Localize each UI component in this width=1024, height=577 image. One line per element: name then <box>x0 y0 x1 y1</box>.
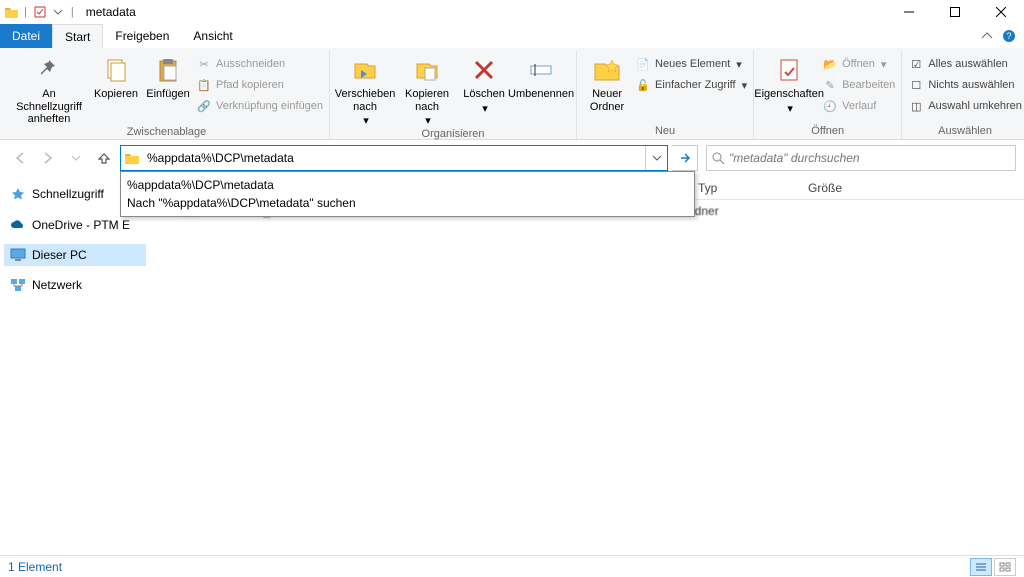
history-button[interactable]: 🕘Verlauf <box>822 96 895 116</box>
recent-dropdown[interactable] <box>64 146 88 170</box>
status-count: 1 Element <box>8 560 62 574</box>
group-label: Zwischenablage <box>127 126 207 138</box>
main-area: Schnellzugriff OneDrive - PTM E Dieser P… <box>0 176 1024 555</box>
minimize-button[interactable] <box>886 0 932 24</box>
navigation-bar: %appdata%\DCP\metadata Nach "%appdata%\D… <box>0 140 1024 176</box>
qat-dropdown-icon[interactable] <box>51 5 65 19</box>
go-button[interactable] <box>672 145 698 171</box>
copy-path-button[interactable]: 📋Pfad kopieren <box>196 75 323 95</box>
qat-properties-icon[interactable] <box>33 5 47 19</box>
cloud-icon <box>10 219 26 231</box>
folder-icon <box>121 151 143 165</box>
suggestion-item[interactable]: Nach "%appdata%\DCP\metadata" suchen <box>127 194 688 212</box>
delete-button[interactable]: Löschen▾ <box>460 52 508 115</box>
edit-button[interactable]: ✎Bearbeiten <box>822 75 895 95</box>
paste-button[interactable]: Einfügen <box>144 52 192 101</box>
open-icon: 📂 <box>822 56 838 72</box>
col-size[interactable]: Größe <box>800 181 890 195</box>
tab-view[interactable]: Ansicht <box>181 24 244 48</box>
select-none-icon: ☐ <box>908 77 924 93</box>
help-icon[interactable]: ? <box>1002 29 1016 43</box>
invert-icon: ◫ <box>908 98 924 114</box>
paste-label: Einfügen <box>146 88 189 101</box>
link-icon: 🔗 <box>196 98 212 114</box>
col-type[interactable]: Typ <box>690 181 800 195</box>
maximize-button[interactable] <box>932 0 978 24</box>
star-icon <box>10 186 26 202</box>
new-item-icon: 📄 <box>635 56 651 72</box>
tab-start[interactable]: Start <box>52 24 103 48</box>
ribbon-tabs: Datei Start Freigeben Ansicht ? <box>0 24 1024 48</box>
view-details-button[interactable] <box>970 558 992 576</box>
edit-icon: ✎ <box>822 77 838 93</box>
copy-button[interactable]: Kopieren <box>92 52 140 101</box>
search-input[interactable] <box>729 151 1011 165</box>
scissors-icon: ✂ <box>196 56 212 72</box>
paste-link-button[interactable]: 🔗Verknüpfung einfügen <box>196 96 323 116</box>
address-input[interactable] <box>143 147 645 169</box>
invert-selection-button[interactable]: ◫Auswahl umkehren <box>908 96 1022 116</box>
window-title: metadata <box>86 5 136 19</box>
chevron-down-icon: ▾ <box>363 115 369 128</box>
select-all-button[interactable]: ☑Alles auswählen <box>908 54 1022 74</box>
easy-access-button[interactable]: 🔓Einfacher Zugriff▾ <box>635 75 747 95</box>
sidebar-network[interactable]: Netzwerk <box>4 274 146 296</box>
sidebar-onedrive[interactable]: OneDrive - PTM E <box>4 214 146 236</box>
search-icon <box>711 151 725 165</box>
forward-button[interactable] <box>36 146 60 170</box>
properties-button[interactable]: Eigenschaften▾ <box>760 52 818 115</box>
new-item-button[interactable]: 📄Neues Element▾ <box>635 54 747 74</box>
title-bar: | | metadata <box>0 0 1024 24</box>
open-button[interactable]: 📂Öffnen▾ <box>822 54 895 74</box>
navigation-pane: Schnellzugriff OneDrive - PTM E Dieser P… <box>0 176 150 555</box>
group-open: Eigenschaften▾ 📂Öffnen▾ ✎Bearbeiten 🕘Ver… <box>754 50 902 139</box>
ribbon-collapse-icon[interactable] <box>982 31 992 41</box>
search-box[interactable] <box>706 145 1016 171</box>
chevron-down-icon: ▾ <box>425 115 431 128</box>
tab-file[interactable]: Datei <box>0 24 52 48</box>
network-icon <box>10 278 26 292</box>
svg-text:?: ? <box>1006 31 1011 41</box>
close-button[interactable] <box>978 0 1024 24</box>
tab-share[interactable]: Freigeben <box>103 24 181 48</box>
pc-icon <box>10 248 26 262</box>
easy-access-icon: 🔓 <box>635 77 651 93</box>
copy-label: Kopieren <box>94 88 138 101</box>
group-clipboard: An Schnellzugriff anheften Kopieren Einf… <box>4 50 330 139</box>
cut-button[interactable]: ✂Ausschneiden <box>196 54 323 74</box>
select-none-button[interactable]: ☐Nichts auswählen <box>908 75 1022 95</box>
address-bar[interactable]: %appdata%\DCP\metadata Nach "%appdata%\D… <box>120 145 668 171</box>
group-organize: Verschieben nach▾ Kopieren nach▾ Löschen… <box>330 50 577 139</box>
folder-icon <box>4 5 18 19</box>
back-button[interactable] <box>8 146 32 170</box>
path-icon: 📋 <box>196 77 212 93</box>
group-new: Neuer Ordner 📄Neues Element▾ 🔓Einfacher … <box>577 50 754 139</box>
file-list: Name tum Typ Größe cfm121990_99e9cd962fe… <box>150 176 1024 555</box>
status-bar: 1 Element <box>0 555 1024 577</box>
copy-to-button[interactable]: Kopieren nach▾ <box>398 52 456 128</box>
pin-label: An Schnellzugriff anheften <box>10 88 88 126</box>
move-to-button[interactable]: Verschieben nach▾ <box>336 52 394 128</box>
suggestion-item[interactable]: %appdata%\DCP\metadata <box>127 176 688 194</box>
up-button[interactable] <box>92 146 116 170</box>
ribbon: An Schnellzugriff anheften Kopieren Einf… <box>0 48 1024 140</box>
group-select: ☑Alles auswählen ☐Nichts auswählen ◫Ausw… <box>902 50 1024 139</box>
chevron-down-icon: ▾ <box>482 103 488 116</box>
rename-button[interactable]: Umbenennen <box>512 52 570 101</box>
address-suggestions: %appdata%\DCP\metadata Nach "%appdata%\D… <box>120 171 695 217</box>
address-dropdown[interactable] <box>645 146 667 170</box>
select-all-icon: ☑ <box>908 56 924 72</box>
separator: | <box>71 6 74 18</box>
separator: | <box>24 6 27 18</box>
view-large-button[interactable] <box>994 558 1016 576</box>
new-folder-button[interactable]: Neuer Ordner <box>583 52 631 113</box>
pin-quick-access-button[interactable]: An Schnellzugriff anheften <box>10 52 88 126</box>
sidebar-this-pc[interactable]: Dieser PC <box>4 244 146 266</box>
history-icon: 🕘 <box>822 98 838 114</box>
